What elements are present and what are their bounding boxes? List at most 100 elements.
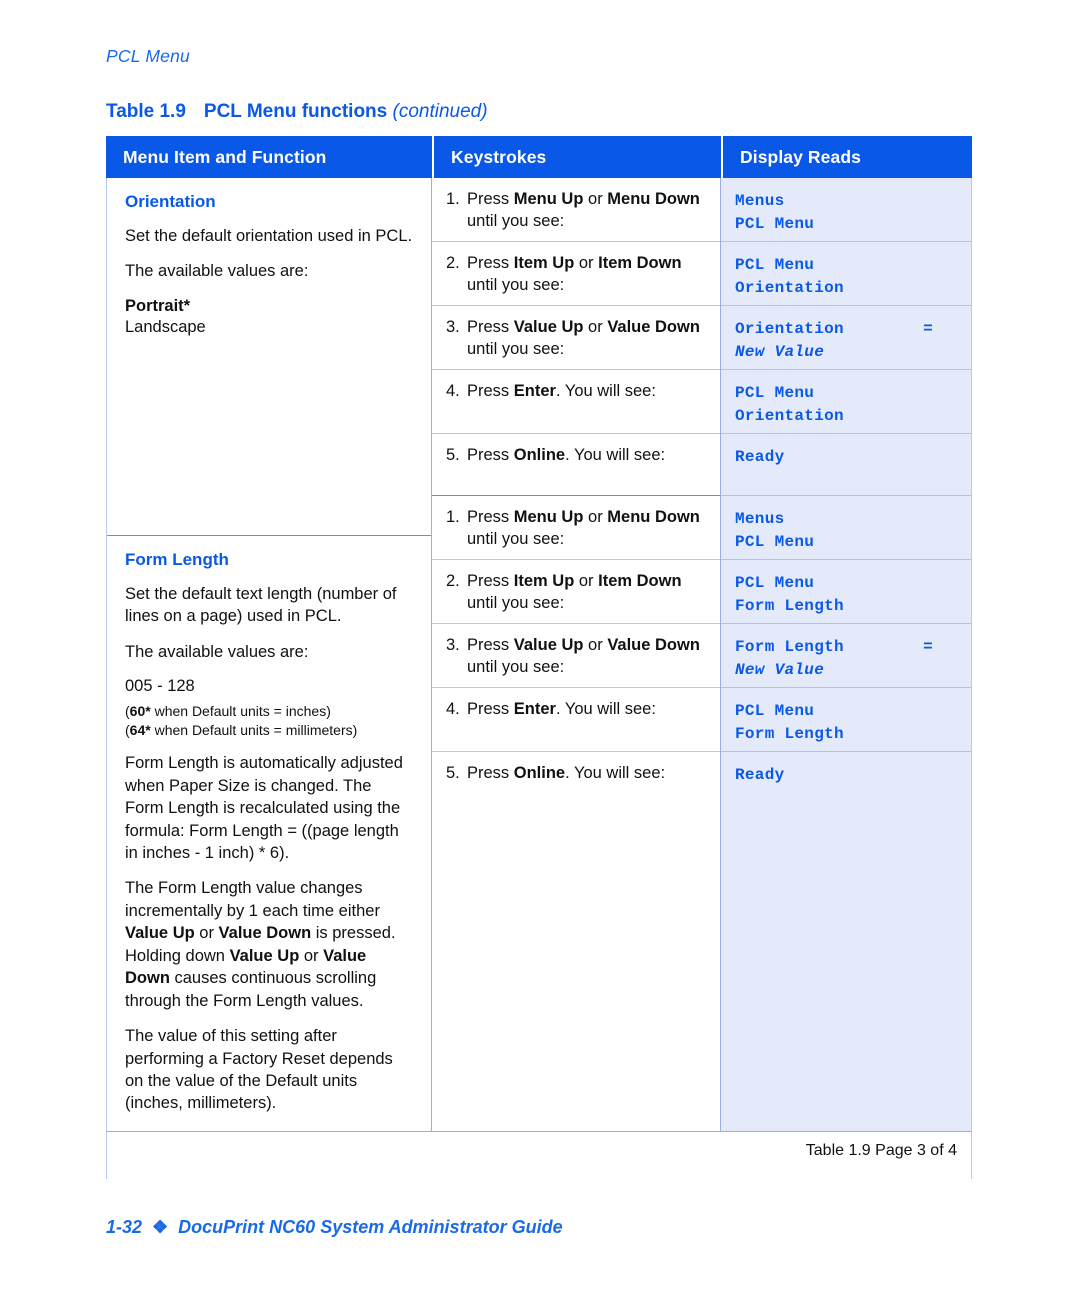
table-page-note: Table 1.9 Page 3 of 4 — [805, 1141, 957, 1159]
document-page: PCL Menu Table 1.9 PCL Menu functions (co… — [0, 0, 1080, 1296]
step-text: Press Menu Up or Menu Down until you see… — [467, 190, 700, 230]
display-reads-row: Orientation = New Value — [721, 306, 971, 370]
keystroke-row: 4. Press Enter. You will see: — [432, 688, 720, 752]
table-caption-number: Table 1.9 — [106, 101, 186, 122]
running-head: PCL Menu — [106, 46, 190, 66]
display-line-1: PCL Menu — [735, 574, 815, 592]
step-text: Press Value Up or Value Down until you s… — [467, 318, 700, 358]
display-line-1: Form Length — [735, 638, 844, 656]
display-reads-row: Menus PCL Menu — [721, 496, 971, 560]
display-line-1: Ready — [735, 766, 785, 784]
display-reads-row: Ready — [721, 434, 971, 496]
display-line-2: Orientation — [735, 407, 844, 426]
display-line-2: PCL Menu — [735, 215, 815, 234]
display-line-1: Ready — [735, 448, 785, 466]
value-landscape: Landscape — [125, 318, 206, 337]
display-line-1: PCL Menu — [735, 384, 815, 402]
step-number: 2. — [446, 572, 460, 590]
step-number: 1. — [446, 508, 460, 526]
step-text: Press Online. You will see: — [467, 446, 666, 464]
display-reads-row: Ready — [721, 752, 971, 797]
keystroke-row: 4. Press Enter. You will see: — [432, 370, 720, 434]
column-header-menu-item: Menu Item and Function — [123, 146, 327, 167]
function-desc-form-length-2: The available values are: — [125, 642, 309, 661]
table-caption-title: PCL Menu functions — [203, 101, 388, 122]
step-number: 1. — [446, 190, 460, 208]
value-default-inches: 60* — [129, 702, 151, 719]
display-reads-row: Menus PCL Menu — [721, 178, 971, 242]
step-number: 4. — [446, 382, 460, 400]
column-menu-item-function: Orientation Set the default orientation … — [106, 178, 432, 1131]
table-header-row: Menu Item and Function Keystrokes Displa… — [106, 136, 972, 178]
display-line-2: PCL Menu — [735, 533, 815, 552]
step-number: 2. — [446, 254, 460, 272]
display-line-1: Orientation — [735, 320, 844, 338]
display-reads-row: PCL Menu Orientation — [721, 370, 971, 434]
keystroke-row: 3. Press Value Up or Value Down until yo… — [432, 624, 720, 688]
function-desc-orientation-1: Set the default orientation used in PCL. — [125, 227, 413, 245]
display-line-1: PCL Menu — [735, 702, 815, 720]
page-footer: 1-32 ❖ DocuPrint NC60 System Administrator… — [106, 1217, 563, 1238]
display-reads-row: PCL Menu Form Length — [721, 560, 971, 624]
function-desc-form-length-1: Set the default text length (number of l… — [125, 585, 397, 626]
keystroke-row: 1. Press Menu Up or Menu Down until you … — [432, 178, 720, 242]
step-number: 3. — [446, 636, 460, 654]
step-text: Press Enter. You will see: — [467, 700, 656, 718]
step-text: Press Item Up or Item Down until you see… — [467, 572, 682, 612]
column-keystrokes: 1. Press Menu Up or Menu Down until you … — [432, 178, 721, 1131]
step-number: 4. — [446, 700, 460, 718]
display-line-1: PCL Menu — [735, 256, 815, 274]
step-number: 3. — [446, 318, 460, 336]
pcl-menu-functions-table: Menu Item and Function Keystrokes Displa… — [106, 136, 972, 1179]
table-caption: Table 1.9 PCL Menu functions (continued) — [106, 101, 488, 123]
function-values-notes-form-length: (60* when Default units = inches) (64* w… — [125, 702, 358, 738]
display-line-1: Menus — [735, 192, 785, 210]
step-text: Press Menu Up or Menu Down until you see… — [467, 508, 700, 548]
display-line-2: Form Length — [735, 725, 844, 744]
function-desc-orientation-2: The available values are: — [125, 262, 309, 281]
display-line-2: Form Length — [735, 597, 844, 616]
display-line-2: New Value — [735, 343, 825, 362]
page-number: 1-32 — [106, 1217, 143, 1237]
table-caption-continued: (continued) — [392, 101, 488, 122]
display-equals: = — [923, 638, 933, 656]
value-default-mm: 64* — [129, 721, 151, 738]
display-line-2: New Value — [735, 661, 825, 680]
column-header-keystrokes: Keystrokes — [432, 136, 721, 178]
function-block-orientation: Orientation Set the default orientation … — [107, 178, 431, 536]
keystroke-row: 5. Press Online. You will see: — [432, 752, 720, 795]
display-reads-row: PCL Menu Form Length — [721, 688, 971, 752]
diamond-icon: ❖ — [152, 1217, 169, 1237]
step-text: Press Item Up or Item Down until you see… — [467, 254, 682, 294]
display-line-2: Orientation — [735, 279, 844, 298]
guide-title: DocuPrint NC60 System Administrator Guid… — [178, 1217, 563, 1237]
function-note-form-length-3: The value of this setting after performi… — [125, 1027, 393, 1113]
value-default-inches-text: when Default units = inches) — [150, 702, 331, 719]
step-number: 5. — [446, 446, 460, 464]
display-reads-row: PCL Menu Orientation — [721, 242, 971, 306]
value-range-form-length: 005 - 128 — [125, 677, 195, 696]
table-body: Orientation Set the default orientation … — [106, 178, 972, 1131]
keystroke-row: 5. Press Online. You will see: — [432, 434, 720, 496]
step-text: Press Online. You will see: — [467, 764, 666, 782]
keystroke-row: 3. Press Value Up or Value Down until yo… — [432, 306, 720, 370]
column-header-display-reads: Display Reads — [721, 136, 972, 178]
step-text: Press Enter. You will see: — [467, 382, 656, 400]
value-default-mm-text: when Default units = millimeters) — [150, 721, 358, 738]
keystroke-row: 2. Press Item Up or Item Down until you … — [432, 242, 720, 306]
function-values-orientation: Portrait* Landscape — [125, 296, 413, 339]
value-default-portrait: Portrait* — [125, 296, 191, 315]
function-title-form-length: Form Length — [125, 550, 229, 569]
column-display-reads: Menus PCL Menu PCL Menu Orientation Orie… — [721, 178, 972, 1131]
function-title-orientation: Orientation — [125, 192, 216, 211]
function-note-form-length-2: The Form Length value changes incrementa… — [125, 879, 396, 1010]
step-text: Press Value Up or Value Down until you s… — [467, 636, 700, 676]
display-line-1: Menus — [735, 510, 785, 528]
function-values-form-length: 005 - 128 — [125, 676, 413, 697]
keystroke-row: 1. Press Menu Up or Menu Down until you … — [432, 496, 720, 560]
display-equals: = — [923, 320, 933, 338]
function-block-form-length: Form Length Set the default text length … — [107, 536, 431, 1131]
function-note-form-length-1: Form Length is automatically adjusted wh… — [125, 754, 403, 862]
step-number: 5. — [446, 764, 460, 782]
keystroke-row: 2. Press Item Up or Item Down until you … — [432, 560, 720, 624]
